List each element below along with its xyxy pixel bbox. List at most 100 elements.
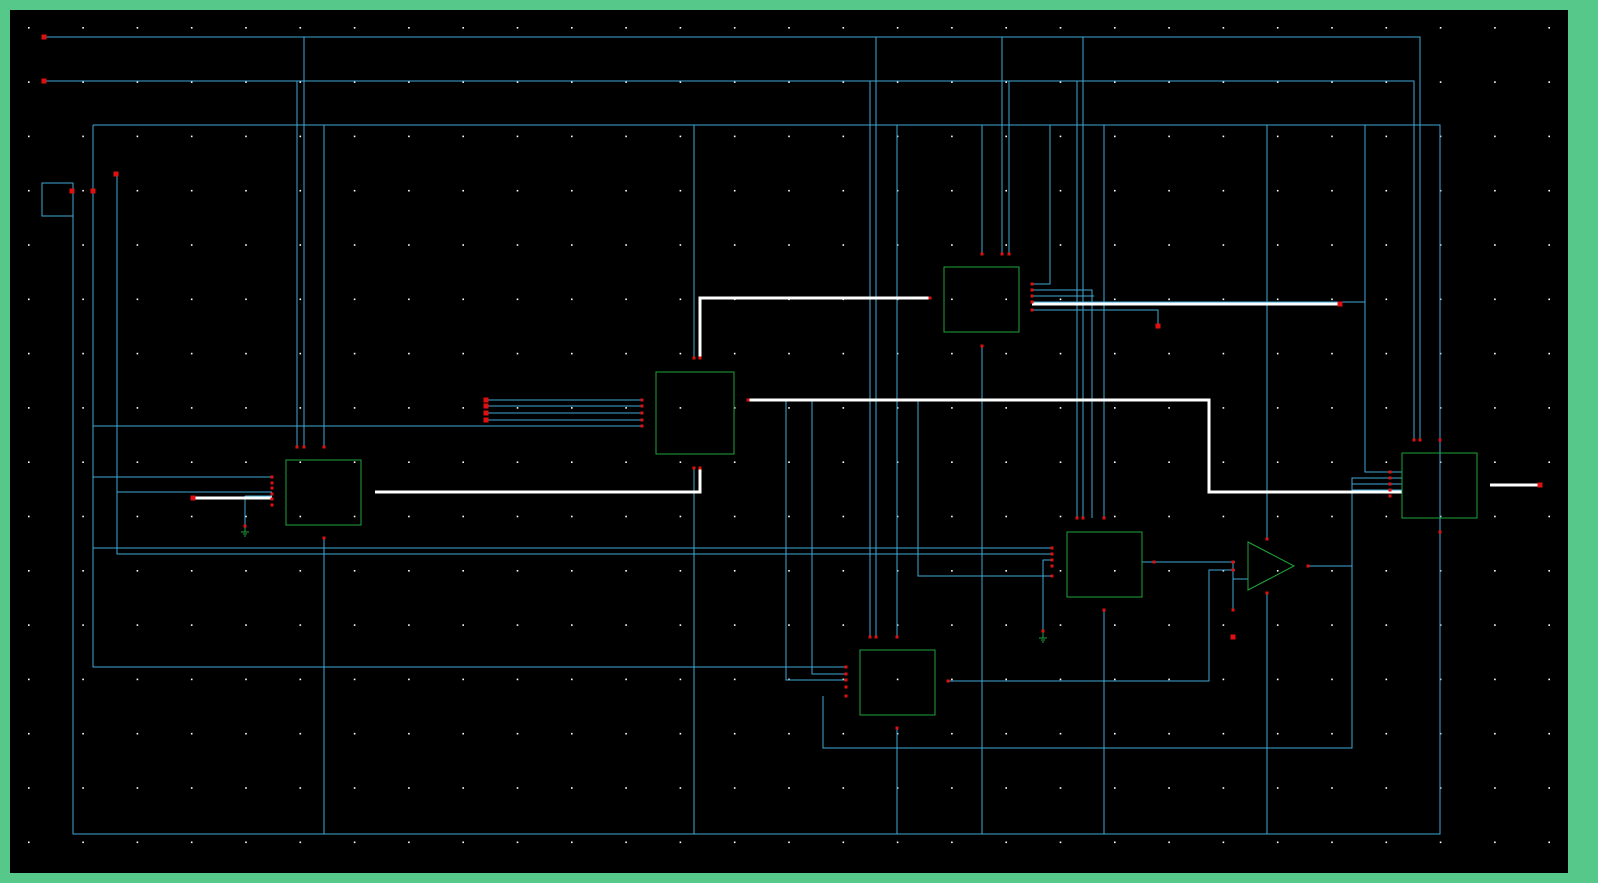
- grid-dot: [136, 841, 139, 844]
- pin: [270, 503, 274, 507]
- grid-dot: [1222, 515, 1225, 518]
- grid-dot: [299, 27, 302, 29]
- grid-dot: [82, 461, 84, 463]
- grid-dot: [625, 352, 627, 355]
- pin: [1081, 516, 1085, 520]
- grid-dot: [788, 352, 790, 355]
- block-instance-d[interactable]: [1066, 531, 1143, 598]
- grid-dot: [1059, 352, 1062, 355]
- amplifier-instance[interactable]: [1247, 541, 1296, 591]
- wire: [41, 124, 1441, 835]
- grid-dot: [788, 81, 790, 83]
- grid-dot: [28, 570, 30, 572]
- grid-dot: [299, 352, 302, 355]
- grid-dot: [245, 570, 247, 572]
- grid-dot: [516, 461, 519, 463]
- schematic-drawing[interactable]: [20, 20, 1578, 883]
- grid-dot: [353, 841, 356, 844]
- block-instance-a[interactable]: [285, 459, 362, 526]
- pin: [1388, 494, 1392, 498]
- grid-dot: [625, 678, 627, 681]
- grid-dot: [136, 732, 139, 735]
- grid-dot: [788, 461, 790, 463]
- grid-dot: [571, 461, 573, 463]
- grid-dot: [28, 841, 30, 844]
- pin: [1102, 608, 1106, 612]
- grid-dot: [1222, 787, 1225, 789]
- pin: [692, 466, 696, 470]
- grid-dot: [408, 135, 410, 138]
- block-instance-c[interactable]: [943, 266, 1020, 333]
- grid-dot: [353, 407, 356, 409]
- grid-dot: [1494, 570, 1496, 572]
- grid-dot: [1059, 515, 1062, 518]
- schematic-canvas[interactable]: [20, 20, 1578, 883]
- wire: [44, 36, 1421, 440]
- grid-dot: [1548, 678, 1550, 681]
- grid-dot: [1385, 27, 1388, 29]
- grid-dot: [1114, 515, 1116, 518]
- grid-dot: [679, 570, 682, 572]
- grid-dot: [788, 515, 790, 518]
- grid-dot: [353, 298, 356, 301]
- grid-dot: [1059, 298, 1062, 301]
- pin: [1438, 438, 1442, 442]
- grid-dot: [1059, 624, 1062, 626]
- grid-dot: [1222, 135, 1225, 138]
- grid-dot: [136, 352, 139, 355]
- grid-dot: [516, 732, 519, 735]
- grid-dot: [408, 189, 410, 192]
- grid-dot: [1385, 135, 1388, 138]
- block-instance-e[interactable]: [859, 649, 936, 716]
- grid-dot: [136, 624, 139, 626]
- block-instance-b[interactable]: [655, 371, 735, 455]
- wire: [1042, 559, 1052, 631]
- grid-dot: [1494, 787, 1496, 789]
- grid-dot: [1548, 189, 1550, 192]
- wire: [116, 175, 272, 493]
- grid-dot: [1331, 461, 1333, 463]
- grid-dot: [896, 27, 899, 29]
- grid-dot: [1439, 81, 1442, 83]
- grid-dot: [1331, 570, 1333, 572]
- grid-dot: [571, 515, 573, 518]
- grid-dot: [842, 515, 845, 518]
- grid-dot: [408, 678, 410, 681]
- grid-dot: [1222, 352, 1225, 355]
- grid-dot: [136, 298, 139, 301]
- grid-dot: [1276, 678, 1279, 681]
- grid-dot: [516, 81, 519, 83]
- pin: [1438, 530, 1442, 534]
- grid-dot: [28, 732, 30, 735]
- grid-dot: [1385, 570, 1388, 572]
- grid-dot: [462, 732, 464, 735]
- grid-dot: [571, 81, 573, 83]
- pin: [1231, 608, 1235, 612]
- grid-dot: [951, 732, 953, 735]
- grid-dot: [733, 461, 736, 463]
- grid-dot: [1331, 678, 1333, 681]
- grid-dot: [896, 678, 899, 681]
- grid-dot: [82, 81, 84, 83]
- grid-dot: [733, 352, 736, 355]
- pin: [1265, 537, 1269, 541]
- pin: [1412, 438, 1416, 442]
- grid-dot: [462, 244, 464, 246]
- grid-dot: [516, 515, 519, 518]
- grid-dot: [1168, 298, 1170, 301]
- grid-dot: [1276, 787, 1279, 789]
- pin: [698, 466, 702, 470]
- grid-dot: [679, 461, 682, 463]
- grid-dot: [625, 135, 627, 138]
- grid-dot: [571, 27, 573, 29]
- pin: [640, 404, 644, 408]
- grid-dot: [1005, 189, 1007, 192]
- grid-dot: [1331, 81, 1333, 83]
- pin: [270, 475, 274, 479]
- grid-dot: [951, 135, 953, 138]
- grid-dot: [516, 624, 519, 626]
- grid-dot: [1494, 515, 1496, 518]
- grid-dot: [842, 352, 845, 355]
- grid-dot: [28, 81, 30, 83]
- grid-dot: [733, 189, 736, 192]
